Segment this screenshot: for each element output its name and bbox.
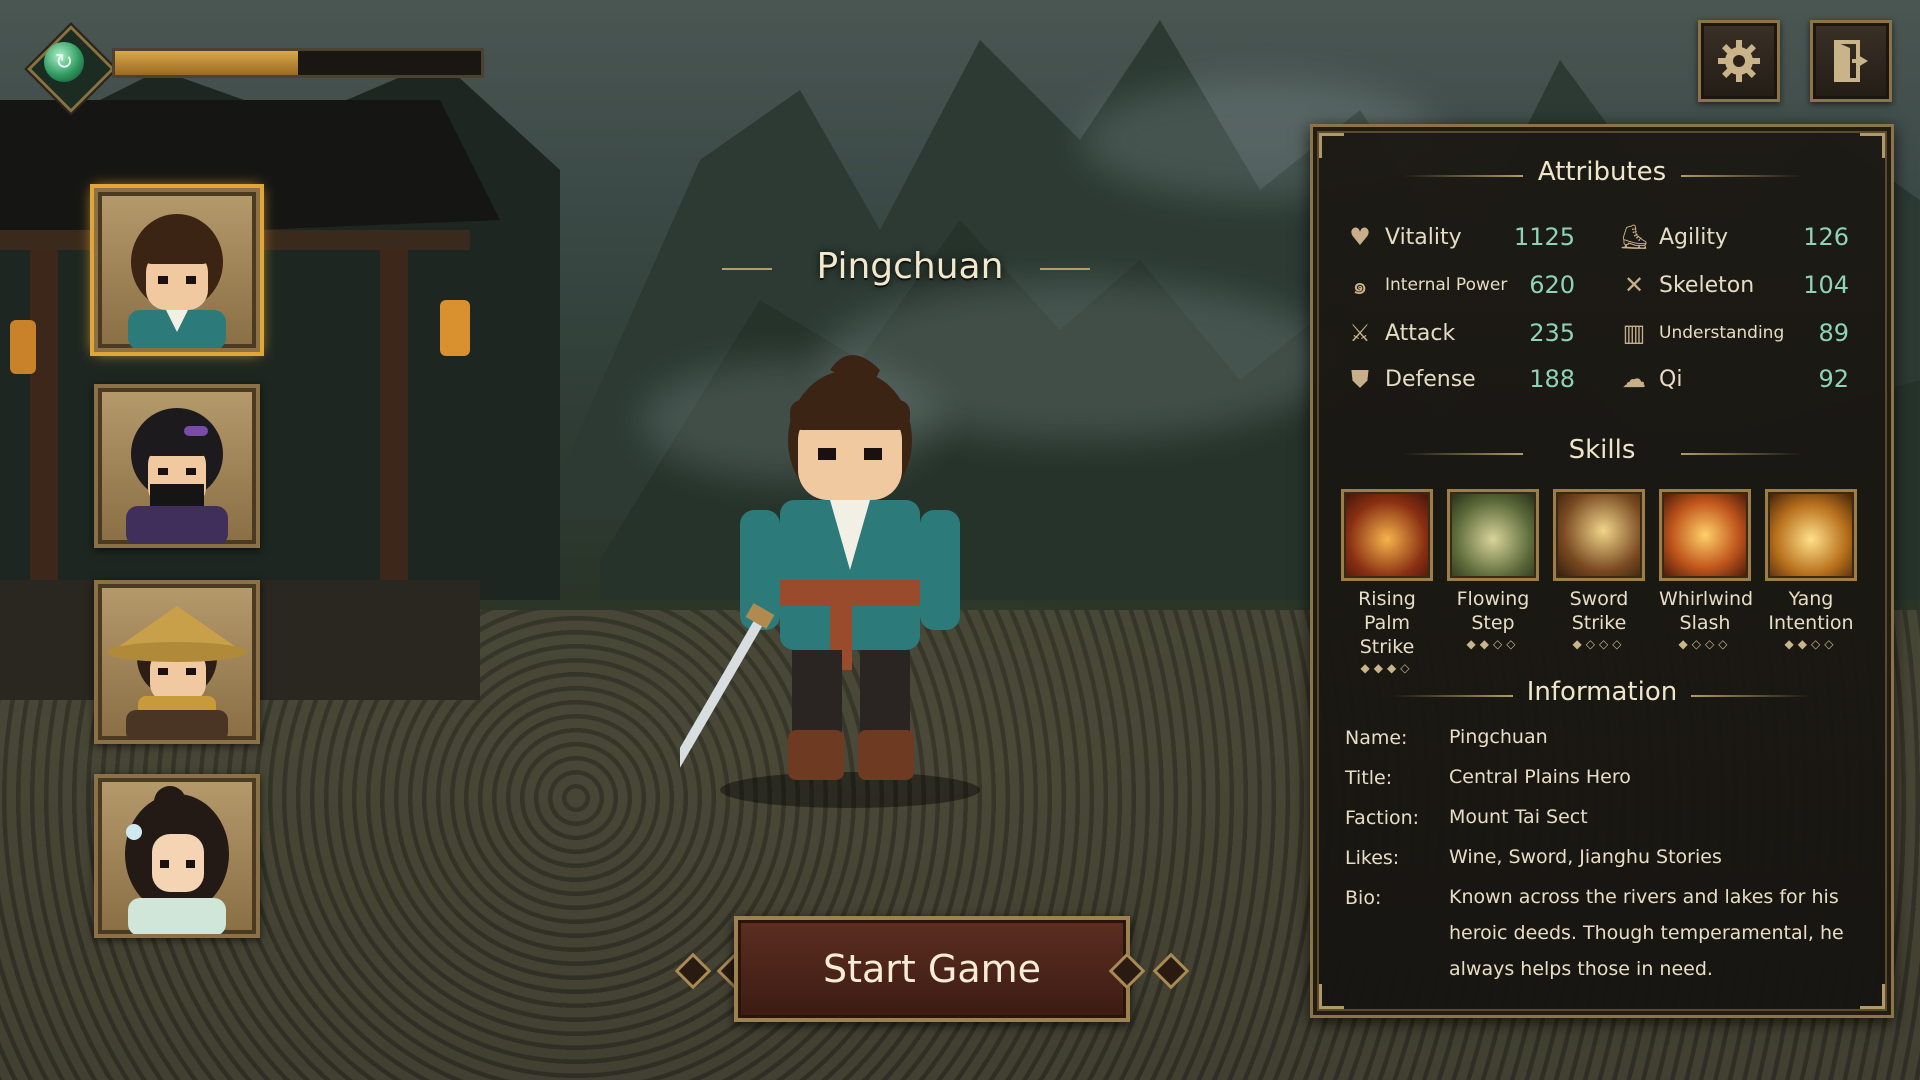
- attr-skeleton: ✕ Skeleton 104: [1619, 267, 1869, 303]
- skill-rising-palm-strike[interactable]: Rising Palm Strike ◆◆◆◇: [1341, 489, 1433, 675]
- settings-button[interactable]: [1698, 20, 1780, 102]
- portrait-straw-hat[interactable]: [94, 580, 260, 744]
- attr-internal-power: ๑ Internal Power 620: [1345, 267, 1595, 303]
- exit-button[interactable]: [1810, 20, 1892, 102]
- skills-title: Skills: [1568, 435, 1636, 465]
- skill-icon-flowing-step: [1447, 489, 1539, 581]
- maiden-face-icon: [125, 786, 229, 934]
- shield-icon: ⛊: [1351, 365, 1369, 393]
- skill-level-dots: ◆◆◆◇: [1360, 661, 1414, 675]
- skill-icon-sword-strike: [1553, 489, 1645, 581]
- attributes-title: Attributes: [1537, 157, 1667, 187]
- hero-face-icon: [128, 214, 226, 348]
- attr-agility: ⛸ Agility 126: [1618, 223, 1849, 251]
- corner-ornament: [1319, 984, 1344, 1009]
- character-panel: Attributes ♥ Vitality 1125 ๑ Internal Po…: [1310, 124, 1894, 1018]
- progress-bar: [112, 48, 484, 78]
- skill-yang-intention[interactable]: Yang Intention ◆◆◇◇: [1765, 489, 1857, 651]
- attr-defense: ⛊ Defense 188: [1345, 361, 1595, 397]
- skill-level-dots: ◆◇◇◇: [1678, 637, 1732, 651]
- name-ornament-right: [1040, 268, 1090, 270]
- section-divider: [1681, 453, 1801, 455]
- swirl-icon: ๑: [1352, 271, 1368, 300]
- skill-level-dots: ◆◆◇◇: [1466, 637, 1520, 651]
- skill-flowing-step[interactable]: Flowing Step ◆◆◇◇: [1447, 489, 1539, 651]
- gear-icon: [1718, 40, 1760, 82]
- ninja-face-icon: [126, 408, 228, 544]
- attr-understanding: ▥ Understanding 89: [1619, 315, 1869, 351]
- boot-icon: ⛸: [1618, 223, 1650, 251]
- heart-icon: ♥: [1349, 223, 1371, 251]
- hero-sprite: [680, 355, 980, 808]
- straw-hat-face-icon: [107, 606, 247, 740]
- section-divider: [1691, 695, 1811, 697]
- exit-door-icon: [1834, 40, 1868, 82]
- start-game-button[interactable]: Start Game: [734, 916, 1130, 1022]
- jade-swirl-icon[interactable]: ↻: [44, 42, 84, 82]
- cloud-swirl-icon: ☁: [1622, 365, 1646, 393]
- progress-fill: [115, 51, 298, 75]
- corner-ornament: [1319, 133, 1344, 158]
- skill-sword-strike[interactable]: Sword Strike ◆◇◇◇: [1553, 489, 1645, 651]
- corner-ornament: [1860, 984, 1885, 1009]
- portrait-pingchuan[interactable]: [94, 188, 260, 352]
- corner-ornament: [1860, 133, 1885, 158]
- skill-icon-whirlwind-slash: [1659, 489, 1751, 581]
- status-bar: ↻: [27, 25, 484, 113]
- skill-icon-yang-intention: [1765, 489, 1857, 581]
- bone-icon: ✕: [1623, 271, 1645, 299]
- information-title: Information: [1526, 677, 1678, 707]
- attr-qi: ☁ Qi 92: [1619, 361, 1869, 397]
- attr-attack: ⚔ Attack 235: [1345, 315, 1595, 351]
- skill-icon-rising-palm: [1341, 489, 1433, 581]
- skill-level-dots: ◆◆◇◇: [1784, 637, 1838, 651]
- skill-level-dots: ◆◇◇◇: [1572, 637, 1626, 651]
- sword-icon: ⚔: [1349, 319, 1371, 347]
- attr-vitality: ♥ Vitality 1125: [1345, 219, 1595, 255]
- portrait-maiden[interactable]: [94, 774, 260, 938]
- hero-name: Pingchuan: [816, 246, 1004, 287]
- book-icon: ▥: [1622, 319, 1646, 347]
- portrait-masked-ninja[interactable]: [94, 384, 260, 548]
- skill-whirlwind-slash[interactable]: Whirlwind Slash ◆◇◇◇: [1659, 489, 1753, 651]
- section-divider: [1681, 175, 1801, 177]
